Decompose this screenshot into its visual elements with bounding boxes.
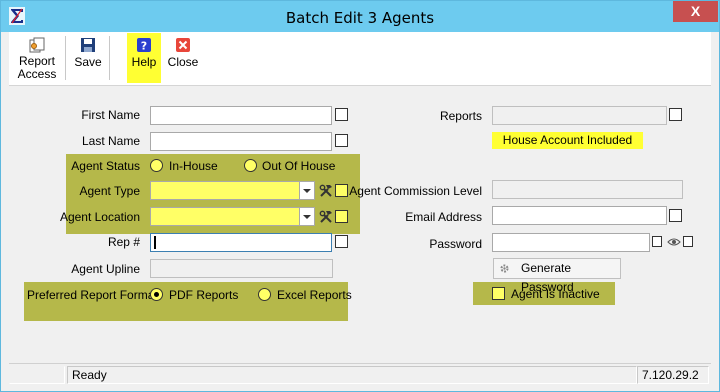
agent-type-label: Agent Type: [79, 184, 141, 198]
form-area: First Name Last Name Agent Status In-Hou…: [9, 87, 711, 357]
first-name-checkbox[interactable]: [335, 108, 348, 121]
in-house-label: In-House: [169, 159, 218, 173]
last-name-checkbox[interactable]: [335, 134, 348, 147]
out-of-house-radio[interactable]: [244, 159, 257, 172]
chevron-down-icon[interactable]: [299, 182, 314, 199]
house-account-badge: House Account Included: [492, 132, 643, 149]
agent-upline-input: [150, 259, 333, 278]
password-show-checkbox[interactable]: [683, 236, 693, 247]
generate-password-button[interactable]: Generate Password: [493, 258, 621, 294]
pdf-reports-label: PDF Reports: [169, 288, 239, 302]
agent-type-checkbox[interactable]: [335, 184, 348, 197]
report-access-button[interactable]: Report Access: [13, 33, 61, 83]
save-icon: [81, 38, 95, 52]
version-text: 7.120.29.2: [637, 366, 709, 384]
eye-icon[interactable]: [667, 236, 681, 248]
toolbar-separator: [109, 36, 110, 80]
email-checkbox[interactable]: [669, 209, 682, 222]
gear-icon: [500, 264, 509, 273]
agent-location-label: Agent Location: [59, 210, 140, 224]
tools-icon[interactable]: [319, 184, 333, 198]
agent-type-select[interactable]: [150, 181, 315, 200]
batch-edit-window: Batch Edit 3 Agents X Report Access Save: [0, 0, 720, 392]
excel-reports-label: Excel Reports: [277, 288, 352, 302]
email-label: Email Address: [405, 210, 482, 224]
help-label: Help: [131, 55, 157, 69]
close-label: Close: [167, 55, 199, 69]
last-name-input[interactable]: [150, 132, 332, 151]
report-access-icon: [29, 37, 45, 53]
first-name-label: First Name: [81, 108, 140, 122]
agent-location-checkbox[interactable]: [335, 210, 348, 223]
report-format-label: Preferred Report Format: [27, 288, 158, 302]
status-spacer: [9, 366, 65, 384]
rep-number-checkbox[interactable]: [335, 235, 348, 248]
password-label: Password: [429, 237, 482, 251]
status-bar: Ready 7.120.29.2: [9, 363, 711, 385]
agent-inactive-checkbox[interactable]: [492, 287, 505, 300]
agent-inactive-label: Agent Is Inactive: [511, 287, 600, 301]
text-caret: [154, 236, 156, 249]
out-of-house-label: Out Of House: [262, 159, 336, 173]
commission-level-input: [492, 180, 683, 199]
close-icon: [176, 38, 190, 52]
status-text: Ready: [67, 366, 637, 384]
last-name-label: Last Name: [81, 134, 140, 148]
reports-checkbox[interactable]: [669, 108, 682, 121]
toolbar-separator: [65, 36, 66, 80]
agent-status-label: Agent Status: [71, 159, 140, 173]
pdf-reports-radio[interactable]: [150, 288, 163, 301]
svg-text:?: ?: [141, 40, 147, 53]
save-label: Save: [74, 55, 102, 69]
help-icon: ?: [137, 38, 151, 53]
close-button[interactable]: Close: [165, 33, 201, 83]
commission-level-label: Agent Commission Level: [349, 184, 482, 198]
window-title: Batch Edit 3 Agents: [285, 9, 435, 27]
help-button[interactable]: ? Help: [127, 33, 161, 83]
rep-number-label: Rep #: [107, 235, 140, 249]
title-bar: Batch Edit 3 Agents X: [1, 1, 719, 32]
first-name-input[interactable]: [150, 106, 332, 125]
email-input[interactable]: [492, 206, 667, 225]
window-close-button[interactable]: X: [673, 1, 718, 22]
password-input[interactable]: [492, 233, 650, 252]
reports-input: [492, 106, 667, 125]
agent-upline-label: Agent Upline: [71, 262, 140, 276]
chevron-down-icon[interactable]: [299, 208, 314, 225]
rep-number-input[interactable]: [150, 233, 332, 252]
save-button[interactable]: Save: [71, 33, 105, 83]
excel-reports-radio[interactable]: [258, 288, 271, 301]
agent-location-select[interactable]: [150, 207, 315, 226]
in-house-radio[interactable]: [150, 159, 163, 172]
report-access-label-2: Access: [17, 67, 57, 81]
password-checkbox[interactable]: [652, 236, 662, 247]
toolbar: Report Access Save ? Help Close: [9, 32, 711, 86]
tools-icon[interactable]: [319, 210, 333, 224]
reports-label: Reports: [439, 109, 482, 123]
